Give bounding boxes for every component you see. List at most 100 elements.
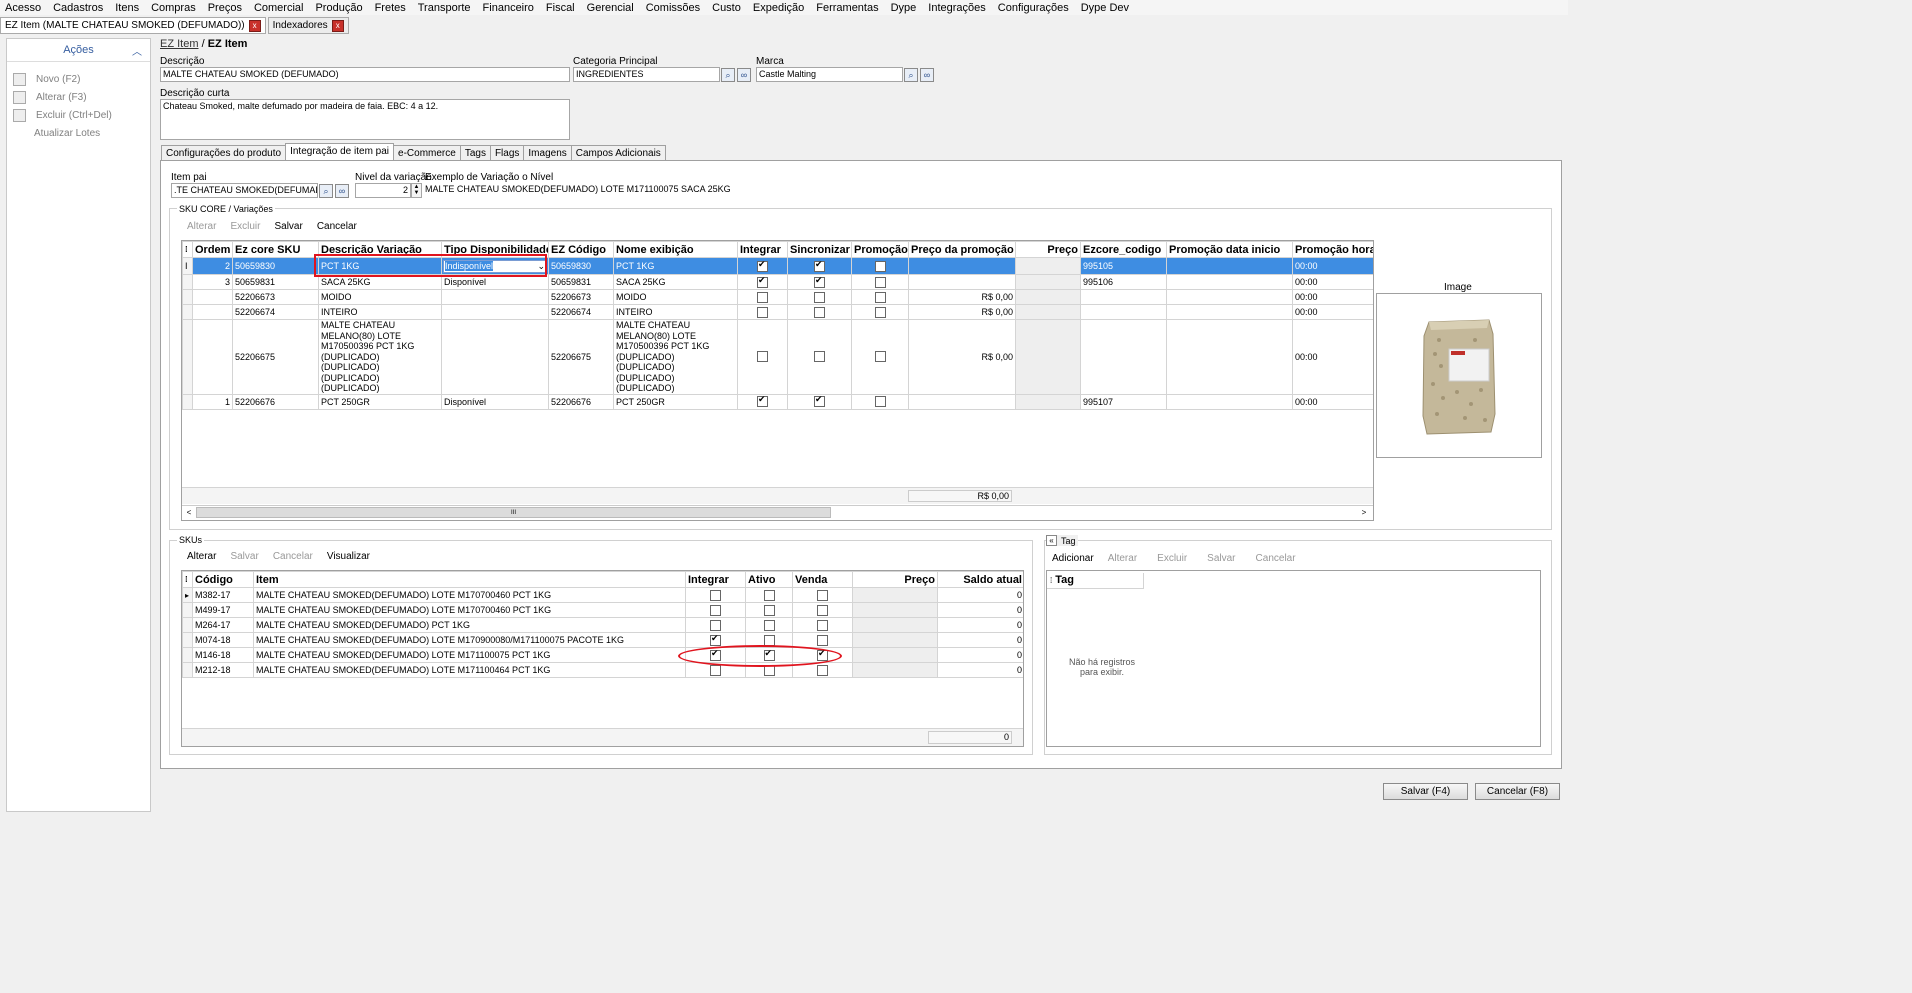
chevron-right-icon[interactable]: > — [1359, 507, 1369, 518]
nome-exibicao-cell[interactable]: PCT 1KG — [613, 257, 738, 275]
column-header[interactable]: Integrar — [685, 571, 746, 588]
chevron-up-icon[interactable]: ︿ — [132, 43, 142, 58]
tipo-disponibilidade-cell[interactable] — [441, 319, 549, 395]
column-header[interactable]: Preço — [1015, 241, 1081, 258]
checkbox[interactable] — [817, 589, 828, 601]
table-row[interactable]: 52206674 INTEIRO 52206674 INTEIRO R$ 0,00 00:… — [182, 304, 1373, 320]
column-header[interactable]: Preço — [852, 571, 938, 588]
collapse-icon[interactable]: « — [1046, 535, 1057, 546]
breadcrumb-link[interactable]: EZ Item — [160, 38, 199, 50]
nome-exibicao-cell[interactable]: INTEIRO — [613, 304, 738, 320]
checkbox[interactable] — [763, 634, 775, 646]
column-header[interactable]: Item — [253, 571, 686, 588]
doc-tab-indexadores[interactable]: Indexadores x — [267, 17, 349, 34]
checkbox[interactable] — [763, 589, 775, 601]
cancelar-button[interactable]: Cancelar — [273, 551, 313, 562]
close-icon[interactable]: x — [331, 19, 344, 32]
menu-item[interactable]: Financeiro — [477, 2, 540, 14]
column-header[interactable]: Ordem — [192, 241, 233, 258]
checkbox[interactable] — [817, 604, 828, 616]
menu-item[interactable]: Configurações — [992, 2, 1075, 14]
checkbox[interactable] — [814, 351, 825, 363]
binoculars-icon[interactable]: ∞ — [737, 68, 751, 82]
table-row[interactable]: M264-17 MALTE CHATEAU SMOKED(DEFUMADO) PC… — [182, 617, 1023, 633]
menu-item[interactable]: Preços — [202, 2, 248, 14]
menu-item[interactable]: Integrações — [922, 2, 991, 14]
sidebar-item-alterar[interactable]: Alterar (F3) — [7, 88, 150, 106]
checkbox-checked[interactable] — [814, 395, 825, 408]
checkbox[interactable] — [814, 306, 825, 318]
descricao-curta-field[interactable]: Chateau Smoked, malte defumado por madei… — [160, 99, 570, 140]
descricao-variacao-cell[interactable]: INTEIRO — [318, 304, 442, 320]
salvar-button[interactable]: Salvar — [274, 221, 302, 232]
checkbox[interactable] — [757, 351, 768, 363]
table-row[interactable]: M074-18 MALTE CHATEAU SMOKED(DEFUMADO) LO… — [182, 632, 1023, 648]
tab-4[interactable]: Flags — [489, 145, 525, 161]
menu-item[interactable]: Acesso — [0, 2, 47, 14]
checkbox-checked[interactable] — [814, 259, 825, 272]
column-header[interactable]: Sincronizar — [787, 241, 852, 258]
table-row[interactable]: 52206675 MALTE CHATEAU MELANO(80) LOTE M1… — [182, 319, 1373, 395]
checkbox[interactable] — [763, 604, 775, 616]
search-icon[interactable]: ⌕ — [904, 68, 918, 82]
checkbox[interactable] — [710, 619, 721, 631]
tipo-disponibilidade-cell[interactable] — [441, 289, 549, 305]
column-header[interactable]: Promoção data inicio — [1166, 241, 1293, 258]
binoculars-icon[interactable]: ∞ — [335, 184, 349, 198]
descricao-variacao-cell[interactable]: PCT 250GR — [318, 393, 442, 410]
column-header[interactable]: EZ Código — [548, 241, 614, 258]
sidebar-item-excluir[interactable]: Excluir (Ctrl+Del) — [7, 106, 150, 124]
menu-item[interactable]: Produção — [309, 2, 368, 14]
checkbox[interactable] — [874, 351, 886, 363]
checkbox-checked[interactable] — [757, 395, 768, 408]
menu-item[interactable]: Itens — [109, 2, 145, 14]
visualizar-button[interactable]: Visualizar — [327, 551, 370, 562]
close-icon[interactable]: x — [248, 19, 261, 32]
column-header[interactable]: Ez core SKU — [232, 241, 319, 258]
checkbox[interactable] — [757, 291, 768, 303]
adicionar-button[interactable]: Adicionar — [1052, 553, 1094, 564]
menu-item[interactable]: Transporte — [412, 2, 477, 14]
checkbox[interactable] — [817, 619, 828, 631]
checkbox[interactable] — [874, 291, 886, 303]
tab-5[interactable]: Imagens — [523, 145, 572, 161]
search-icon[interactable]: ⌕ — [721, 68, 735, 82]
tab-2[interactable]: e-Commerce — [393, 145, 461, 161]
nivel-stepper[interactable]: 2 — [355, 183, 411, 198]
menu-item[interactable]: Dype — [885, 2, 923, 14]
column-header[interactable]: Ezcore_codigo — [1080, 241, 1167, 258]
checkbox-checked[interactable] — [710, 634, 721, 646]
checkbox-checked[interactable] — [814, 276, 825, 288]
doc-tab-ez-item[interactable]: EZ Item (MALTE CHATEAU SMOKED (DEFUMADO)… — [0, 17, 266, 34]
checkbox[interactable] — [710, 664, 721, 676]
column-header[interactable]: Venda — [792, 571, 853, 588]
menu-item[interactable]: Fretes — [369, 2, 412, 14]
salvar-button[interactable]: Salvar — [1207, 553, 1235, 564]
salvar-button[interactable]: Salvar — [230, 551, 258, 562]
checkbox[interactable] — [757, 306, 768, 318]
tipo-disponibilidade-cell[interactable]: Disponível — [441, 393, 549, 410]
checkbox-checked[interactable] — [757, 259, 768, 272]
menu-item[interactable]: Dype Dev — [1075, 2, 1135, 14]
column-header[interactable]: Preço da promoção — [908, 241, 1016, 258]
table-row[interactable]: M146-18 MALTE CHATEAU SMOKED(DEFUMADO) LO… — [182, 647, 1023, 663]
item-pai-field[interactable]: .TE CHATEAU SMOKED(DEFUMADO) — [171, 183, 318, 198]
tipo-disponibilidade-cell[interactable] — [441, 304, 549, 320]
tab-0[interactable]: Configurações do produto — [161, 145, 287, 161]
column-menu-icon[interactable]: ⁞ — [182, 241, 193, 258]
alterar-button[interactable]: Alterar — [187, 221, 216, 232]
scrollbar-thumb[interactable]: III — [196, 507, 831, 518]
column-header[interactable]: Integrar — [737, 241, 788, 258]
table-row[interactable]: ▸ M382-17 MALTE CHATEAU SMOKED(DEFUMADO) L… — [182, 587, 1023, 603]
checkbox-checked[interactable] — [757, 276, 768, 288]
menu-item[interactable]: Ferramentas — [810, 2, 884, 14]
sidebar-header[interactable]: Ações ︿ — [7, 39, 150, 62]
tab-3[interactable]: Tags — [459, 145, 491, 161]
column-header[interactable]: Ativo — [745, 571, 793, 588]
save-button[interactable]: Salvar (F4) — [1383, 783, 1468, 800]
menu-item[interactable]: Gerencial — [581, 2, 640, 14]
table-row[interactable]: M212-18 MALTE CHATEAU SMOKED(DEFUMADO) LO… — [182, 662, 1023, 678]
cancelar-button[interactable]: Cancelar — [317, 221, 357, 232]
menu-item[interactable]: Custo — [706, 2, 747, 14]
column-header[interactable]: Promoção hora — [1292, 241, 1373, 258]
